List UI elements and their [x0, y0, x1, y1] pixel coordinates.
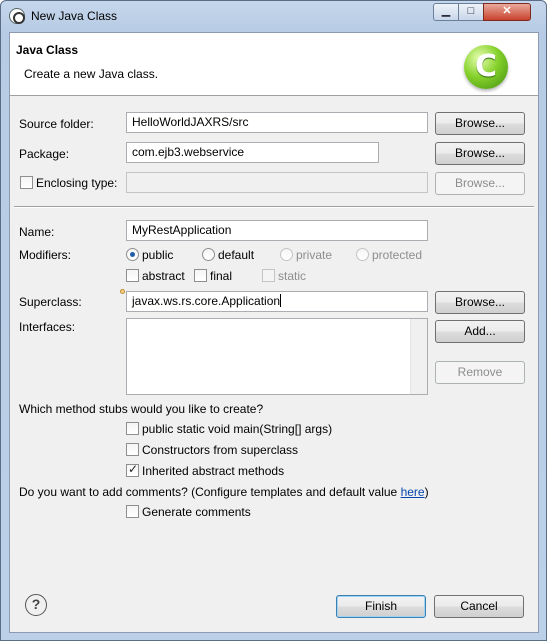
- eclipse-app-icon: [9, 8, 25, 24]
- text-caret: [280, 294, 282, 307]
- window-title: New Java Class: [31, 9, 118, 23]
- package-input[interactable]: com.ejb3.webservice: [126, 142, 379, 163]
- content-assist-icon: [120, 289, 125, 294]
- stub-inherited-abstract-checkbox[interactable]: [126, 462, 139, 477]
- superclass-browse-button[interactable]: Browse...: [435, 291, 525, 314]
- interfaces-list[interactable]: [126, 318, 428, 395]
- stub-main-label: public static void main(String[] args): [142, 422, 333, 436]
- modifier-protected-radio[interactable]: [356, 248, 369, 261]
- interfaces-label: Interfaces:: [19, 320, 76, 334]
- wizard-title: Java Class: [16, 43, 79, 57]
- modifier-public-label: public: [142, 248, 174, 262]
- enclosing-type-label: Enclosing type:: [36, 176, 118, 190]
- remove-interface-button[interactable]: Remove: [435, 361, 525, 384]
- comments-question-suffix: ): [424, 485, 429, 499]
- modifier-static-checkbox[interactable]: [262, 269, 275, 282]
- stub-inherited-abstract-label: Inherited abstract methods: [142, 464, 285, 478]
- help-icon[interactable]: ?: [25, 594, 47, 616]
- interfaces-list-scrollbar[interactable]: [410, 319, 427, 394]
- modifier-static-label: static: [278, 269, 307, 283]
- close-icon: ✕: [502, 5, 512, 17]
- maximize-button[interactable]: □: [458, 3, 484, 21]
- enclosing-type-checkbox[interactable]: [20, 176, 33, 189]
- cancel-button[interactable]: Cancel: [434, 595, 524, 618]
- method-stubs-question: Which method stubs would you like to cre…: [19, 402, 264, 416]
- modifier-final-checkbox[interactable]: [194, 269, 207, 282]
- maximize-icon: □: [467, 5, 475, 17]
- comments-question-text: Do you want to add comments? (Configure …: [19, 485, 401, 499]
- modifier-private-label: private: [296, 248, 333, 262]
- stub-main-checkbox[interactable]: [126, 422, 139, 435]
- superclass-input[interactable]: javax.ws.rs.core.Application: [126, 291, 428, 312]
- package-label: Package:: [19, 147, 70, 161]
- comments-question: Do you want to add comments? (Configure …: [19, 485, 429, 499]
- source-folder-input[interactable]: HelloWorldJAXRS/src: [126, 112, 428, 133]
- title-bar[interactable]: New Java Class ▁ □ ✕: [1, 1, 546, 31]
- dialog-client-area: Java Class Create a new Java class. C So…: [9, 32, 539, 633]
- modifier-final-label: final: [210, 269, 233, 283]
- modifier-private-radio[interactable]: [280, 248, 293, 261]
- minimize-button[interactable]: ▁: [433, 3, 459, 21]
- source-folder-browse-button[interactable]: Browse...: [435, 112, 525, 135]
- modifier-default-radio[interactable]: [202, 248, 215, 261]
- configure-templates-link[interactable]: here: [401, 485, 425, 499]
- generate-comments-label: Generate comments: [142, 505, 251, 519]
- wizard-banner: Java Class Create a new Java class. C: [10, 33, 538, 96]
- add-interface-button[interactable]: Add...: [435, 320, 525, 343]
- separator: [14, 206, 534, 208]
- superclass-value: javax.ws.rs.core.Application: [132, 294, 281, 308]
- modifier-default-label: default: [218, 248, 255, 262]
- enclosing-type-browse-button[interactable]: Browse...: [435, 172, 525, 195]
- superclass-label: Superclass:: [19, 295, 82, 309]
- stub-constructors-label: Constructors from superclass: [142, 443, 299, 457]
- package-browse-button[interactable]: Browse...: [435, 142, 525, 165]
- name-label: Name:: [19, 225, 55, 239]
- enclosing-type-input[interactable]: [126, 172, 428, 193]
- modifier-public-radio[interactable]: [126, 248, 139, 261]
- stub-constructors-checkbox[interactable]: [126, 443, 139, 456]
- minimize-icon: ▁: [441, 5, 451, 17]
- class-name-input[interactable]: MyRestApplication: [126, 220, 428, 241]
- modifier-abstract-label: abstract: [142, 269, 185, 283]
- modifier-abstract-checkbox[interactable]: [126, 269, 139, 282]
- wizard-description: Create a new Java class.: [24, 67, 159, 81]
- modifiers-label: Modifiers:: [19, 248, 72, 262]
- java-class-logo-icon: C: [464, 45, 508, 89]
- source-folder-label: Source folder:: [19, 117, 94, 131]
- generate-comments-checkbox[interactable]: [126, 505, 139, 518]
- modifier-protected-label: protected: [372, 248, 423, 262]
- finish-button[interactable]: Finish: [336, 595, 426, 618]
- dialog-window: New Java Class ▁ □ ✕ Java Class Create a…: [0, 0, 547, 641]
- close-button[interactable]: ✕: [483, 3, 531, 21]
